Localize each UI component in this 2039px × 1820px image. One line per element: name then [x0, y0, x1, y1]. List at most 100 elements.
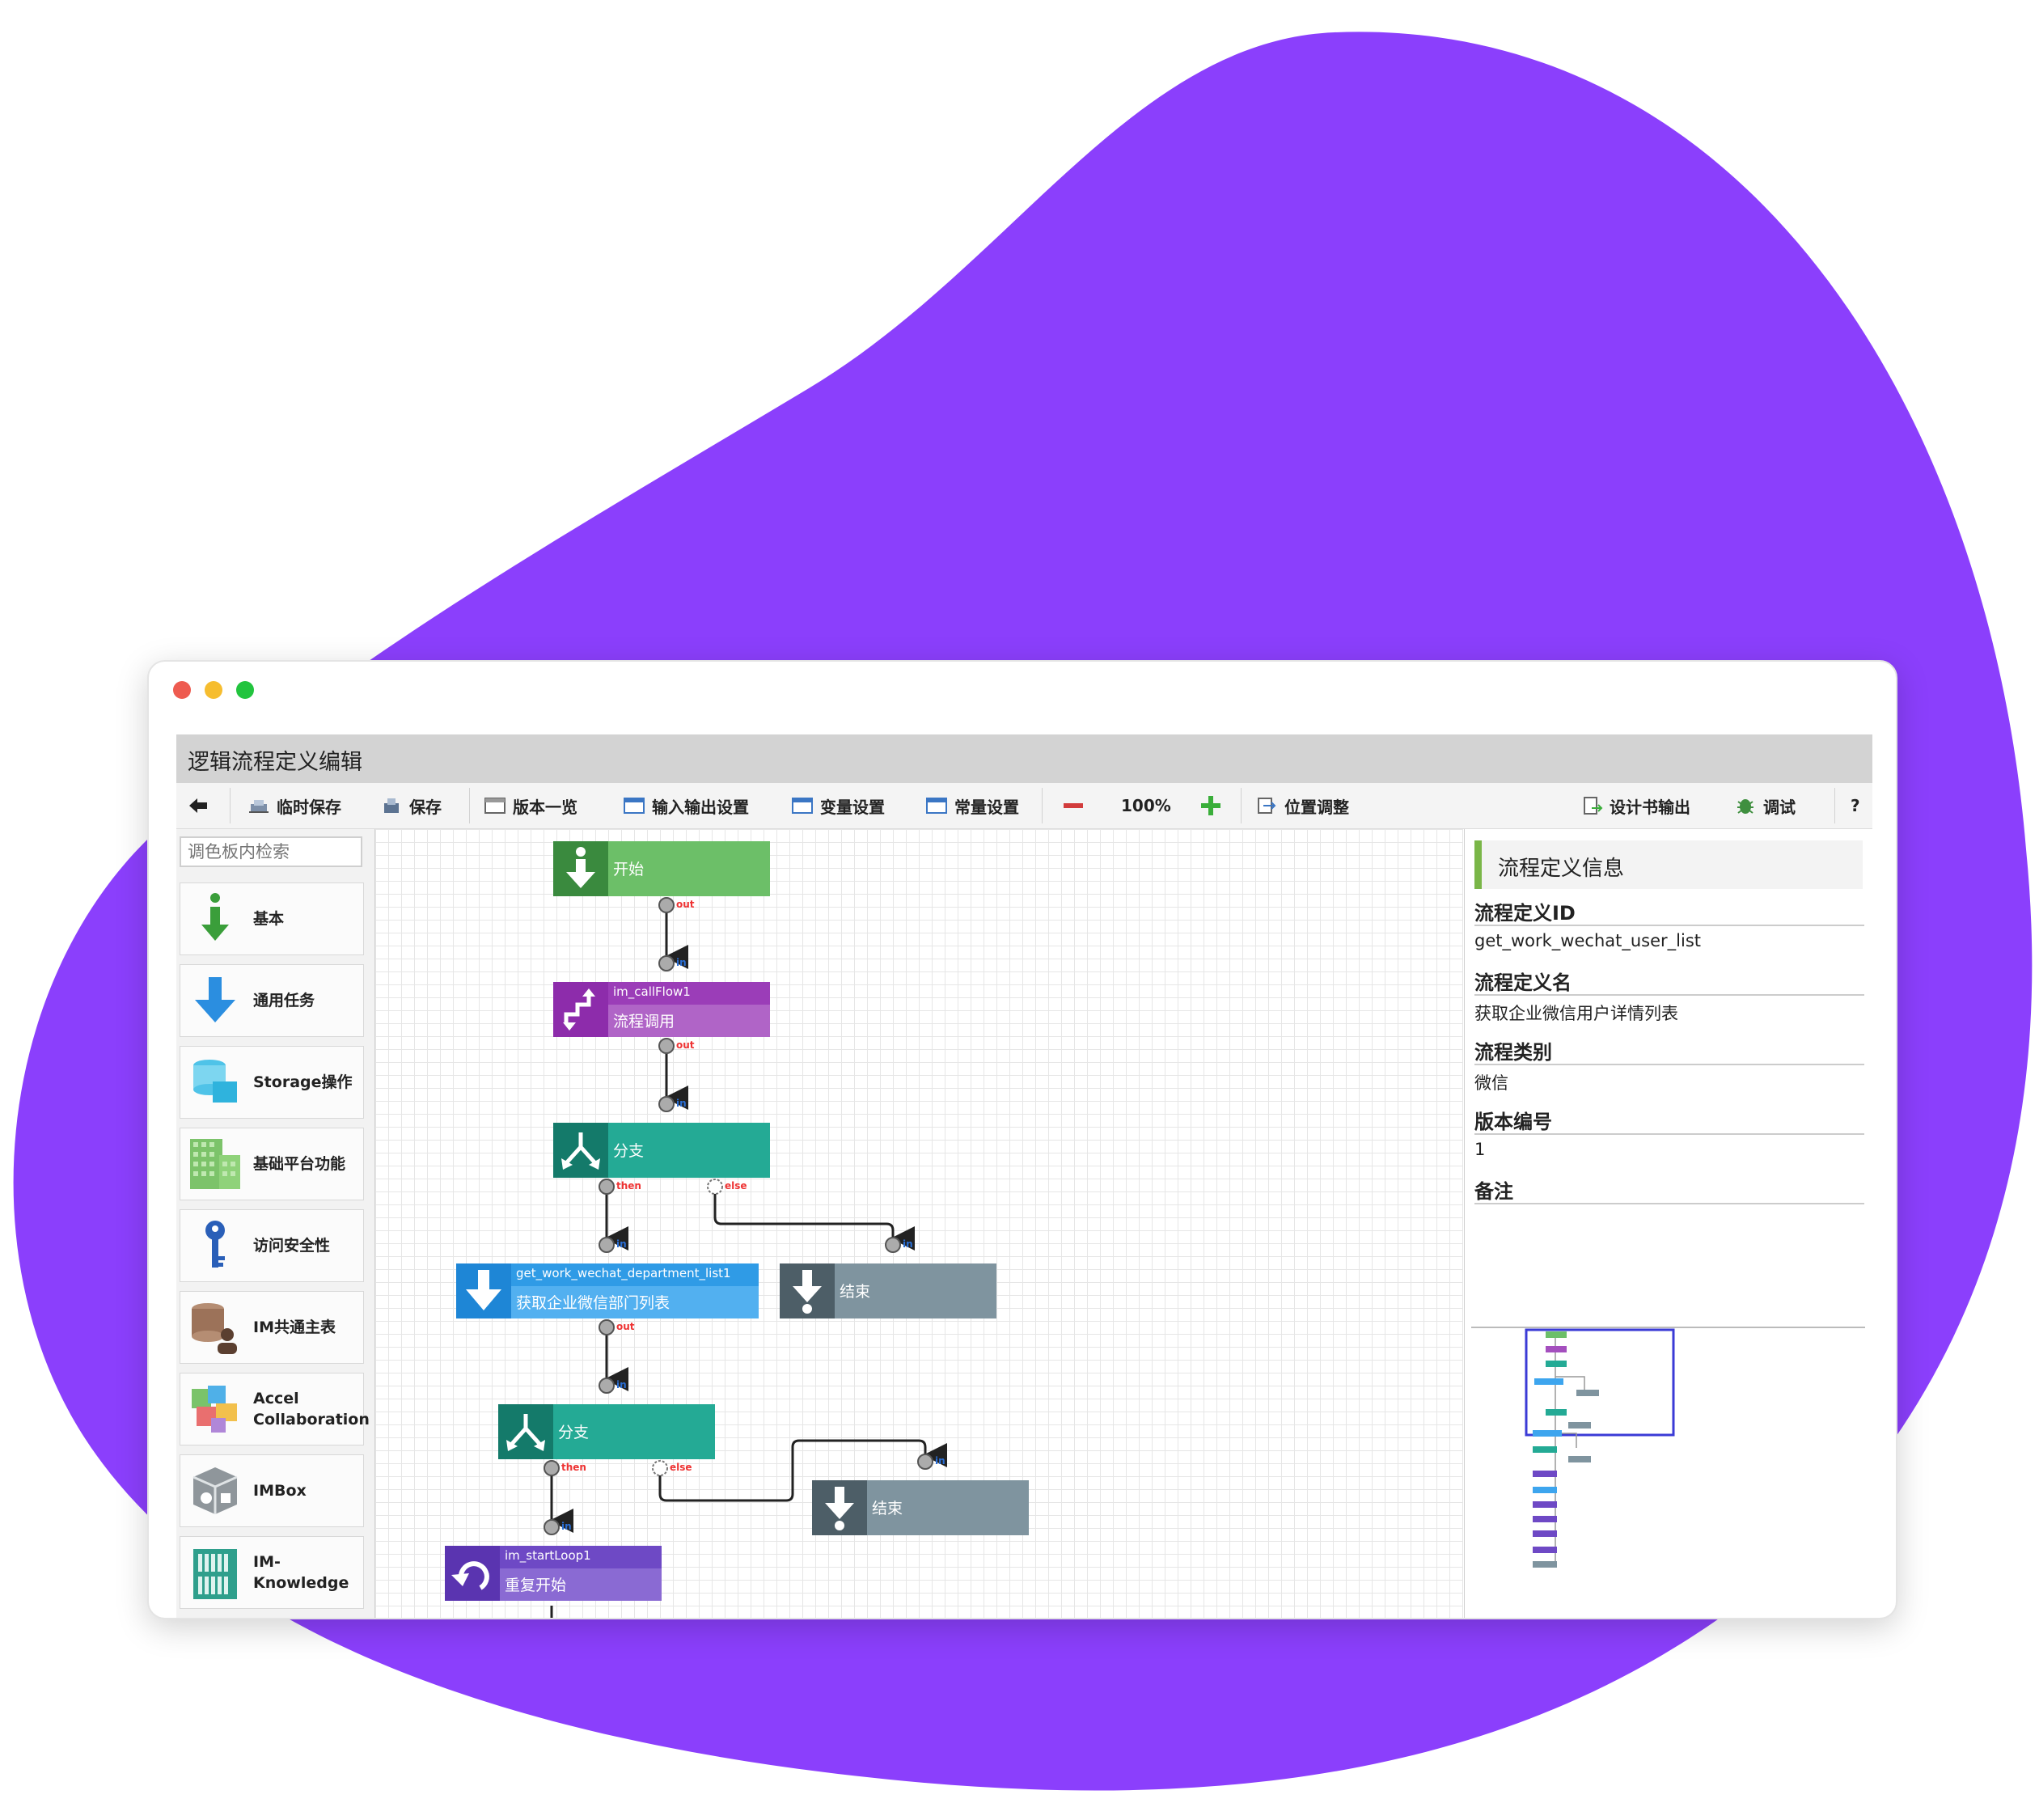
back-button[interactable] — [188, 783, 209, 828]
temp-save-button[interactable]: 临时保存 — [247, 783, 341, 828]
node-name: im_startLoop1 — [505, 1548, 591, 1563]
spec-output-button[interactable]: 设计书输出 — [1580, 783, 1690, 828]
port-out[interactable] — [658, 897, 675, 913]
port-label-in: in — [561, 1521, 572, 1532]
branch-icon — [498, 1404, 553, 1459]
port-label-else: else — [725, 1180, 747, 1191]
minimap-graphic — [1525, 1328, 1675, 1568]
palette-item-storage[interactable]: Storage操作 — [180, 1046, 364, 1119]
palette-item-label: 基本 — [253, 910, 285, 928]
port-then[interactable] — [544, 1460, 560, 1476]
node-label: 结束 — [872, 1500, 903, 1517]
node-label: 开始 — [613, 861, 645, 878]
field-value-flow-name: 获取企业微信用户详情列表 — [1474, 1004, 1678, 1023]
debug-button[interactable]: 调试 — [1734, 783, 1796, 828]
palette-item-accel[interactable]: Accel Collaboration — [180, 1373, 370, 1445]
node-branch[interactable]: 分支 — [498, 1404, 715, 1459]
var-settings-button[interactable]: 变量设置 — [791, 783, 885, 828]
flow-canvas[interactable]: out in out in then else in in out in the… — [375, 829, 1463, 1618]
port-label-out: out — [676, 1039, 695, 1051]
port-in[interactable] — [658, 955, 675, 971]
port-label-in: in — [676, 957, 687, 968]
node-start-loop[interactable]: im_startLoop1 重复开始 — [445, 1546, 662, 1601]
port-in[interactable] — [544, 1519, 560, 1535]
save-icon — [384, 798, 399, 813]
bookshelf-icon — [193, 1549, 237, 1599]
debug-label: 调试 — [1763, 797, 1796, 817]
field-label-flow-id: 流程定义ID — [1474, 897, 1864, 926]
node-label: 获取企业微信部门列表 — [516, 1294, 671, 1312]
palette-item-knowledge[interactable]: IM-Knowledge — [180, 1536, 364, 1609]
io-settings-label: 输入输出设置 — [652, 797, 749, 817]
call-flow-icon — [553, 982, 608, 1037]
connector-line — [713, 1193, 915, 1251]
port-label-else: else — [670, 1462, 692, 1473]
port-label-in: in — [616, 1379, 627, 1390]
spec-output-label: 设计书输出 — [1610, 797, 1690, 817]
page-title: 逻辑流程定义编辑 — [188, 750, 362, 775]
end-icon — [812, 1480, 867, 1535]
minus-icon — [1064, 803, 1083, 808]
node-end[interactable]: 结束 — [812, 1480, 1029, 1535]
versions-button[interactable]: 版本一览 — [484, 783, 577, 828]
palette-item-platform[interactable]: 基础平台功能 — [180, 1128, 364, 1200]
palette-item-common-task[interactable]: 通用任务 — [180, 964, 364, 1037]
palette-item-im-master[interactable]: IM共通主表 — [180, 1291, 364, 1364]
port-out[interactable] — [599, 1319, 615, 1335]
close-dot[interactable] — [173, 681, 191, 699]
start-icon — [553, 841, 608, 896]
save-button[interactable]: 保存 — [380, 783, 442, 828]
port-in[interactable] — [885, 1237, 901, 1253]
palette-panel: 基本 通用任务 Storage操作 基础平台功能 访问安全性 IM共通主表 — [176, 829, 375, 1618]
node-get-department-list[interactable]: get_work_wechat_department_list1 获取企业微信部… — [456, 1263, 759, 1318]
node-end[interactable]: 结束 — [780, 1263, 996, 1318]
port-in[interactable] — [658, 1096, 675, 1112]
grid-blocks-icon — [190, 1139, 240, 1189]
field-value-flow-category: 微信 — [1474, 1073, 1508, 1093]
port-in[interactable] — [599, 1237, 615, 1253]
canvas-overview-minimap[interactable] — [1471, 1327, 1865, 1618]
field-label-remarks: 备注 — [1474, 1175, 1864, 1204]
port-in[interactable] — [599, 1378, 615, 1394]
palette-search-input[interactable] — [180, 836, 362, 867]
node-start[interactable]: 开始 — [553, 841, 770, 896]
field-value-version: 1 — [1474, 1140, 1486, 1159]
io-settings-button[interactable]: 输入输出设置 — [623, 783, 749, 828]
field-label-flow-name: 流程定义名 — [1474, 967, 1864, 996]
layout-button[interactable]: 位置调整 — [1255, 783, 1349, 828]
loop-icon — [445, 1546, 500, 1601]
field-value-flow-id: get_work_wechat_user_list — [1474, 931, 1702, 950]
node-label: 分支 — [613, 1142, 645, 1160]
node-label: 重复开始 — [505, 1577, 567, 1594]
const-settings-label: 常量设置 — [954, 797, 1019, 817]
node-label: 结束 — [840, 1283, 871, 1301]
port-label-then: then — [616, 1180, 641, 1191]
zoom-level-text: 100% — [1121, 796, 1171, 815]
node-call-flow[interactable]: im_callFlow1 流程调用 — [553, 982, 770, 1037]
minimize-dot[interactable] — [205, 681, 222, 699]
palette-item-basic[interactable]: 基本 — [180, 882, 364, 955]
node-branch[interactable]: 分支 — [553, 1123, 770, 1178]
palette-item-label: IMBox — [253, 1482, 307, 1500]
palette-item-security[interactable]: 访问安全性 — [180, 1209, 364, 1282]
node-label: 分支 — [558, 1424, 590, 1441]
zoom-out-button[interactable] — [1063, 783, 1084, 828]
field-label-flow-category: 流程类别 — [1474, 1036, 1864, 1065]
versions-label: 版本一览 — [513, 797, 577, 817]
port-else[interactable] — [707, 1179, 723, 1195]
maximize-dot[interactable] — [236, 681, 254, 699]
port-then[interactable] — [599, 1179, 615, 1195]
palette-item-label: IM共通主表 — [253, 1318, 336, 1336]
zoom-level: 100% — [1121, 783, 1171, 828]
zoom-in-button[interactable] — [1200, 783, 1221, 828]
port-out[interactable] — [658, 1038, 675, 1054]
box-icon — [192, 1467, 238, 1514]
const-settings-button[interactable]: 常量设置 — [925, 783, 1019, 828]
field-value-remarks — [1474, 1209, 1864, 1237]
flow-definition-info-panel: 流程定义信息 流程定义ID get_work_wechat_user_list … — [1464, 829, 1873, 1618]
port-else[interactable] — [652, 1460, 668, 1476]
help-button[interactable]: ? — [1851, 783, 1860, 828]
port-in[interactable] — [917, 1454, 933, 1470]
save-label: 保存 — [409, 797, 442, 817]
palette-item-imbox[interactable]: IMBox — [180, 1454, 364, 1527]
